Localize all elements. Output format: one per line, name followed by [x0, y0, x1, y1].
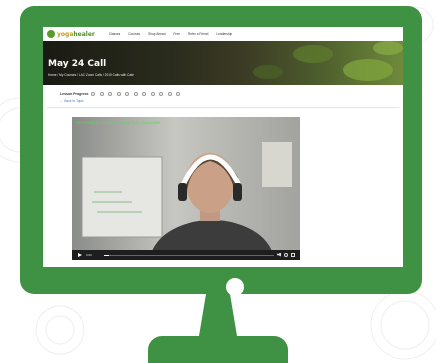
- fullscreen-icon[interactable]: [291, 252, 295, 257]
- lesson-progress: Lesson Progress: [60, 92, 185, 96]
- video-player[interactable]: GMT20190524-210459_Living-Ayu_1920x1080 …: [72, 117, 300, 260]
- progress-step-dot[interactable]: [99, 92, 104, 96]
- progress-step-dot[interactable]: [108, 92, 113, 96]
- video-time: 0:00: [86, 252, 92, 257]
- divider: [47, 107, 399, 108]
- nav-item-free[interactable]: Free: [173, 32, 180, 36]
- main-nav: Classes Courses Shop Ahead Free Refer a …: [109, 32, 240, 36]
- nav-item-shop[interactable]: Shop Ahead: [148, 32, 165, 36]
- progress-dots: [91, 92, 185, 96]
- progress-step-dot[interactable]: [150, 92, 155, 96]
- hero-banner: May 24 Call Home / My Courses / LAC Zoom…: [43, 41, 403, 85]
- breadcrumb[interactable]: Home / My Courses / LAC Zoom Calls / 201…: [48, 73, 134, 77]
- logo-wordmark: yogahealer: [57, 30, 95, 38]
- progress-step-dot[interactable]: [91, 92, 96, 96]
- site-logo[interactable]: yogahealer: [47, 30, 95, 38]
- monitor-stand: [148, 336, 288, 363]
- video-filename-overlay: GMT20190524-210459_Living-Ayu_1920x1080: [76, 121, 161, 125]
- volume-icon[interactable]: [277, 252, 281, 257]
- nav-item-courses[interactable]: Courses: [128, 32, 140, 36]
- progress-step-dot[interactable]: [159, 92, 164, 96]
- nav-item-classes[interactable]: Classes: [109, 32, 120, 36]
- progress-step-dot[interactable]: [125, 92, 130, 96]
- page-title: May 24 Call: [48, 59, 107, 69]
- back-to-topic-link[interactable]: ← Back to Topic: [60, 99, 84, 103]
- progress-step-dot[interactable]: [116, 92, 121, 96]
- video-progress-fill: [104, 254, 110, 256]
- monitor-screen: yogahealer Classes Courses Shop Ahead Fr…: [43, 27, 403, 267]
- nav-item-refer[interactable]: Refer a Friend: [188, 32, 208, 36]
- progress-step-dot[interactable]: [142, 92, 147, 96]
- video-scene: [81, 142, 292, 260]
- power-button: [226, 278, 244, 296]
- leaf-logo-icon: [47, 30, 55, 38]
- progress-step-dot[interactable]: [167, 92, 172, 96]
- video-frame: [72, 117, 300, 260]
- site-navbar: yogahealer Classes Courses Shop Ahead Fr…: [43, 27, 403, 41]
- video-scrubber[interactable]: [104, 254, 274, 256]
- lesson-progress-label: Lesson Progress: [60, 92, 89, 96]
- progress-step-dot[interactable]: [133, 92, 138, 96]
- nav-item-leadership[interactable]: Leadership: [216, 32, 232, 36]
- play-icon[interactable]: [78, 252, 82, 257]
- video-controls: 0:00: [72, 250, 300, 260]
- settings-gear-icon[interactable]: [284, 252, 288, 257]
- progress-step-dot[interactable]: [176, 92, 181, 96]
